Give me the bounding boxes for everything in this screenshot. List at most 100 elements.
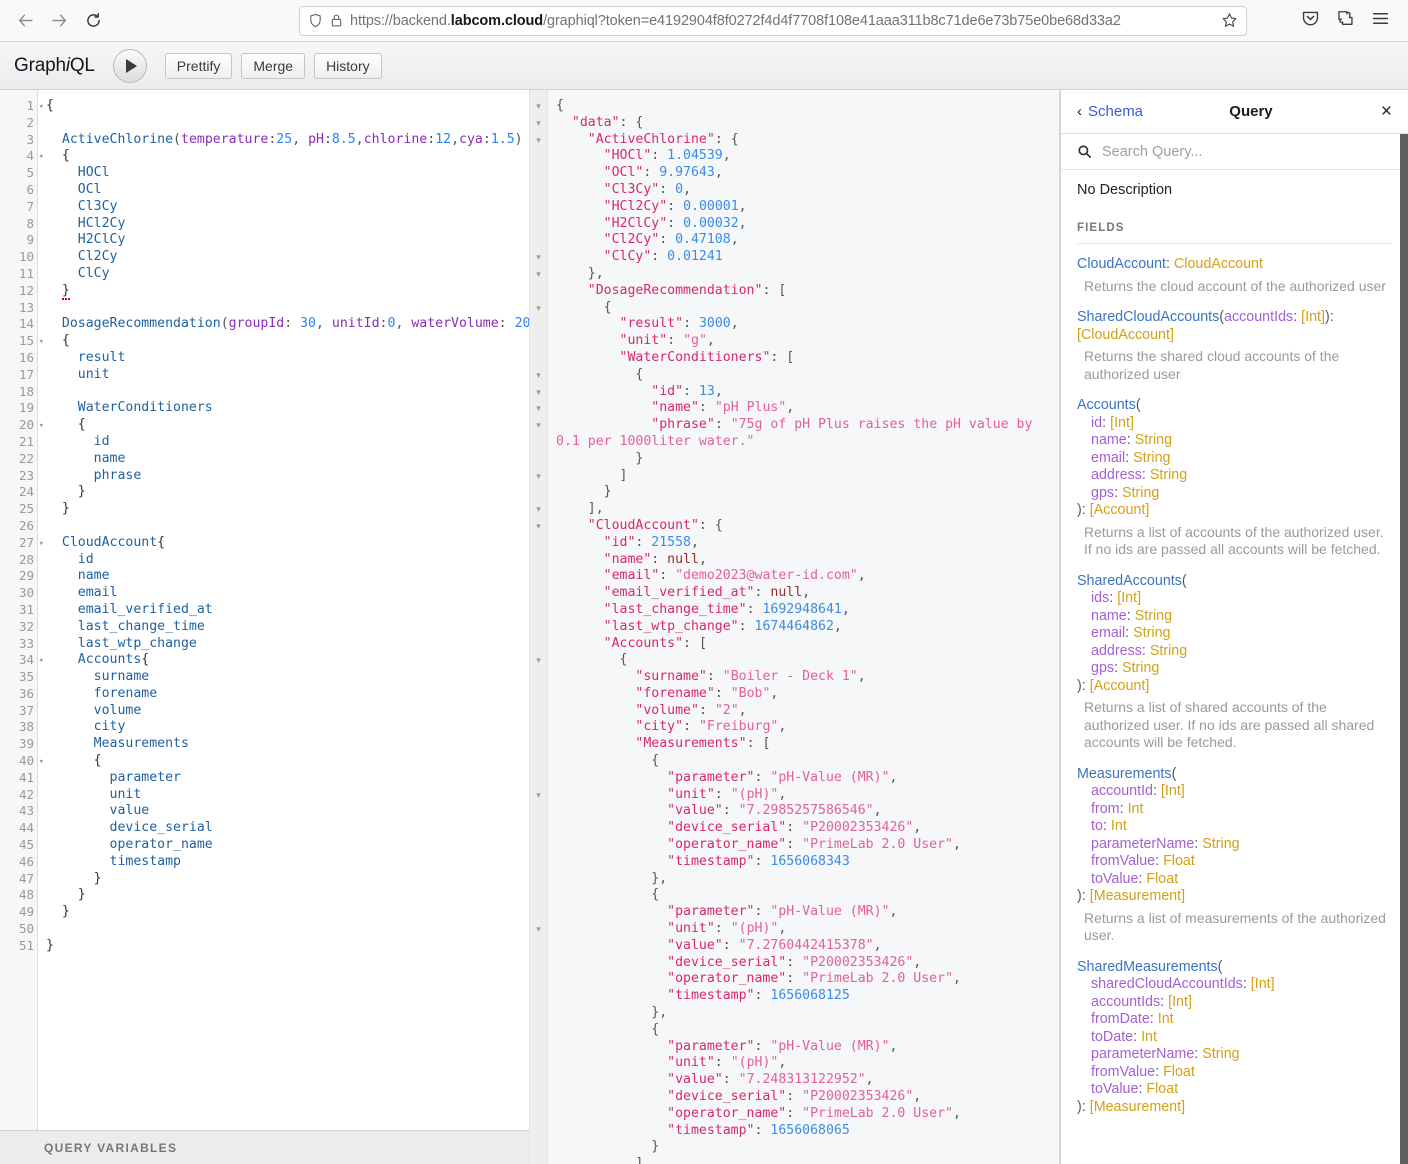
docs-arg-name[interactable]: toValue: [1091, 1081, 1138, 1097]
fold-triangle-icon[interactable]: ▾: [530, 132, 547, 149]
docs-arg-name[interactable]: ids: [1091, 590, 1109, 606]
execute-query-button[interactable]: [112, 48, 147, 83]
docs-scrollbar[interactable]: [1400, 134, 1408, 1164]
docs-field-name[interactable]: SharedAccounts: [1077, 573, 1182, 589]
fold-triangle-icon[interactable]: ▾: [530, 115, 547, 132]
docs-arg-type[interactable]: Int: [1141, 1029, 1157, 1045]
back-arrow-icon[interactable]: [10, 6, 40, 36]
fold-triangle-icon[interactable]: ▾: [39, 149, 44, 166]
docs-arg-name[interactable]: accountIds: [1224, 309, 1293, 325]
merge-button[interactable]: Merge: [241, 52, 306, 79]
fold-triangle-icon[interactable]: ▾: [530, 367, 547, 384]
docs-field-signature[interactable]: SharedMeasurements(sharedCloudAccountIds…: [1077, 959, 1392, 1117]
docs-field-name[interactable]: Accounts: [1077, 397, 1136, 413]
docs-arg-type[interactable]: Float: [1163, 853, 1195, 869]
docs-arg-type[interactable]: String: [1135, 432, 1172, 448]
fold-triangle-icon[interactable]: ▾: [530, 501, 547, 518]
docs-arg-name[interactable]: fromDate: [1091, 1011, 1150, 1027]
fold-triangle-icon[interactable]: ▾: [39, 653, 44, 670]
docs-field-type[interactable]: [Measurement]: [1090, 1099, 1185, 1115]
docs-arg-name[interactable]: email: [1091, 450, 1125, 466]
docs-arg-type[interactable]: Float: [1146, 1081, 1178, 1097]
fold-triangle-icon[interactable]: ▾: [530, 468, 547, 485]
shield-icon[interactable]: [308, 13, 323, 28]
fold-triangle-icon[interactable]: ▾: [39, 536, 44, 553]
url-text[interactable]: https://backend.labcom.cloud/graphiql?to…: [350, 13, 1217, 29]
docs-arg-name[interactable]: fromValue: [1091, 853, 1155, 869]
docs-arg-name[interactable]: email: [1091, 625, 1125, 641]
docs-field-name[interactable]: CloudAccount: [1077, 256, 1166, 272]
docs-arg-name[interactable]: gps: [1091, 485, 1114, 501]
docs-arg-name[interactable]: toValue: [1091, 871, 1138, 887]
fold-triangle-icon[interactable]: ▾: [530, 921, 547, 938]
docs-arg-type[interactable]: [Int]: [1161, 783, 1185, 799]
fold-triangle-icon[interactable]: ▾: [530, 98, 547, 115]
docs-arg-name[interactable]: accountId: [1091, 783, 1153, 799]
pocket-icon[interactable]: [1301, 9, 1320, 33]
docs-arg-name[interactable]: address: [1091, 643, 1142, 659]
query-codemirror[interactable]: 1 ▾ 2 3 4 ▾ 5 6 7 8 9 10 11 12 13 14 15 ▾ 16 17 18 19 20 ▾ 21 22 2…: [0, 90, 529, 1130]
close-icon[interactable]: ×: [1381, 102, 1392, 121]
docs-arg-type[interactable]: String: [1150, 643, 1187, 659]
docs-field-name[interactable]: SharedMeasurements: [1077, 959, 1218, 975]
docs-field-type[interactable]: [Account]: [1090, 678, 1150, 694]
docs-arg-name[interactable]: from: [1091, 801, 1120, 817]
fold-triangle-icon[interactable]: ▾: [530, 400, 547, 417]
result-fold-gutter[interactable]: ▾ ▾ ▾ ▾ ▾ ▾ ▾ ▾ ▾ ▾ ▾ ▾ ▾ ▾ ▾ ▾: [530, 90, 548, 1164]
docs-field-signature[interactable]: SharedAccounts(ids: [Int] name: String ema…: [1077, 573, 1392, 696]
docs-field-signature[interactable]: SharedCloudAccounts(accountIds: [Int]): …: [1077, 309, 1392, 344]
docs-field-type[interactable]: [Measurement]: [1090, 888, 1185, 904]
fold-triangle-icon[interactable]: ▾: [530, 518, 547, 535]
search-input[interactable]: [1100, 142, 1392, 161]
docs-arg-name[interactable]: to: [1091, 818, 1103, 834]
query-code[interactable]: { ActiveChlorine(temperature:25, pH:8.5,…: [38, 90, 529, 1130]
fold-triangle-icon[interactable]: ▾: [39, 418, 44, 435]
lock-icon[interactable]: [330, 13, 343, 28]
prettify-button[interactable]: Prettify: [164, 52, 233, 79]
docs-arg-type[interactable]: Float: [1163, 1064, 1195, 1080]
docs-arg-type[interactable]: String: [1135, 608, 1172, 624]
docs-arg-name[interactable]: parameterName: [1091, 836, 1194, 852]
docs-arg-type[interactable]: [Int]: [1251, 976, 1275, 992]
fold-triangle-icon[interactable]: ▾: [530, 384, 547, 401]
docs-field-signature[interactable]: Accounts(id: [Int] name: String email: Str…: [1077, 397, 1392, 520]
docs-arg-type[interactable]: [Int]: [1301, 309, 1325, 325]
docs-field-name[interactable]: SharedCloudAccounts: [1077, 309, 1219, 325]
docs-arg-name[interactable]: fromValue: [1091, 1064, 1155, 1080]
docs-field-signature[interactable]: Measurements(accountId: [Int] from: Int to…: [1077, 766, 1392, 906]
docs-arg-name[interactable]: address: [1091, 467, 1142, 483]
history-button[interactable]: History: [314, 52, 382, 79]
docs-arg-name[interactable]: name: [1091, 432, 1127, 448]
docs-arg-type[interactable]: [Int]: [1110, 415, 1134, 431]
docs-arg-name[interactable]: toDate: [1091, 1029, 1133, 1045]
docs-arg-type[interactable]: String: [1202, 836, 1239, 852]
fold-triangle-icon[interactable]: ▾: [530, 300, 547, 317]
extension-icon[interactable]: [1336, 9, 1355, 33]
fold-triangle-icon[interactable]: ▾: [530, 652, 547, 669]
query-variables-bar[interactable]: QUERY VARIABLES: [0, 1130, 529, 1164]
docs-arg-type[interactable]: String: [1133, 625, 1170, 641]
fold-triangle-icon[interactable]: ▾: [39, 99, 44, 116]
docs-arg-type[interactable]: Int: [1128, 801, 1144, 817]
url-bar[interactable]: https://backend.labcom.cloud/graphiql?to…: [299, 5, 1247, 36]
docs-arg-name[interactable]: parameterName: [1091, 1046, 1194, 1062]
fold-triangle-icon[interactable]: ▾: [39, 334, 44, 351]
star-icon[interactable]: [1221, 12, 1238, 29]
forward-arrow-icon[interactable]: [44, 6, 74, 36]
fold-triangle-icon[interactable]: ▾: [530, 417, 547, 434]
docs-arg-type[interactable]: Float: [1146, 871, 1178, 887]
docs-arg-type[interactable]: String: [1133, 450, 1170, 466]
docs-field-name[interactable]: Measurements: [1077, 766, 1172, 782]
docs-arg-name[interactable]: accountIds: [1091, 994, 1160, 1010]
fold-triangle-icon[interactable]: ▾: [39, 754, 44, 771]
docs-field-signature[interactable]: CloudAccount: CloudAccount: [1077, 256, 1392, 274]
docs-arg-name[interactable]: gps: [1091, 660, 1114, 676]
docs-arg-type[interactable]: Int: [1111, 818, 1127, 834]
docs-arg-name[interactable]: sharedCloudAccountIds: [1091, 976, 1243, 992]
docs-arg-name[interactable]: name: [1091, 608, 1127, 624]
docs-field-type[interactable]: [Account]: [1090, 502, 1150, 518]
docs-arg-type[interactable]: [Int]: [1117, 590, 1141, 606]
docs-arg-type[interactable]: String: [1150, 467, 1187, 483]
docs-field-type[interactable]: CloudAccount: [1174, 256, 1263, 272]
docs-arg-name[interactable]: id: [1091, 415, 1102, 431]
